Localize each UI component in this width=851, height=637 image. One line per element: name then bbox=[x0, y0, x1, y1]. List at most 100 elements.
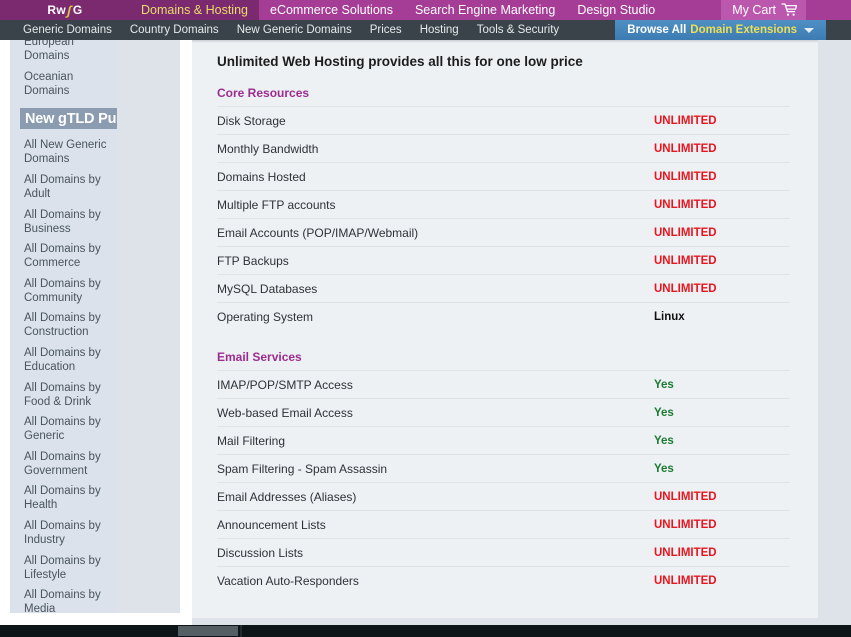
sidebar-item-european-domains[interactable]: European Domains bbox=[10, 40, 117, 67]
horizontal-scrollbar[interactable] bbox=[0, 625, 851, 637]
spec-label: Mail Filtering bbox=[217, 433, 286, 448]
section-heading-email-services: Email Services bbox=[217, 350, 302, 364]
table-row: Mail Filtering Yes bbox=[217, 426, 790, 454]
browser-page: Rw ʃ G Domains & Hosting eCommerce Solutio… bbox=[0, 0, 851, 637]
table-row: Web-based Email Access Yes bbox=[217, 398, 790, 426]
horizontal-scrollbar-thumb[interactable] bbox=[178, 626, 238, 636]
spec-label: Disk Storage bbox=[217, 113, 286, 128]
left-gutter bbox=[0, 40, 10, 625]
spec-label: FTP Backups bbox=[217, 253, 289, 268]
logo-text-left: Rw bbox=[47, 3, 67, 17]
spec-value: UNLIMITED bbox=[654, 546, 717, 559]
table-row: Disk Storage UNLIMITED bbox=[217, 106, 790, 134]
spec-value: Yes bbox=[654, 434, 674, 447]
spec-label: MySQL Databases bbox=[217, 281, 318, 296]
subnav-item-new-generic-domains[interactable]: New Generic Domains bbox=[228, 20, 361, 40]
table-row: IMAP/POP/SMTP Access Yes bbox=[217, 370, 790, 398]
spec-label: Email Addresses (Aliases) bbox=[217, 489, 357, 504]
nav-item-design-studio[interactable]: Design Studio bbox=[566, 0, 666, 20]
spec-label: Operating System bbox=[217, 309, 314, 324]
browse-label-prefix: Browse All bbox=[627, 24, 687, 36]
spec-table-core-resources: Disk Storage UNLIMITED Monthly Bandwidth… bbox=[217, 106, 790, 330]
browse-label-highlight: Domain Extensions bbox=[690, 24, 797, 36]
scrollbar-divider bbox=[240, 625, 242, 637]
spec-value: UNLIMITED bbox=[654, 574, 717, 587]
nav-item-search-engine-marketing[interactable]: Search Engine Marketing bbox=[404, 0, 566, 20]
spec-label: Multiple FTP accounts bbox=[217, 197, 336, 212]
spec-label: Announcement Lists bbox=[217, 517, 326, 532]
table-row: Multiple FTP accounts UNLIMITED bbox=[217, 190, 790, 218]
table-row: Operating System Linux bbox=[217, 302, 790, 330]
sidebar: European Domains Oceanian Domains New gT… bbox=[10, 40, 117, 625]
content-panel: Unlimited Web Hosting provides all this … bbox=[192, 40, 818, 618]
table-row: Email Accounts (POP/IMAP/Webmail) UNLIMI… bbox=[217, 218, 790, 246]
spec-value: Yes bbox=[654, 406, 674, 419]
spec-label: Web-based Email Access bbox=[217, 405, 353, 420]
site-logo[interactable]: Rw ʃ G bbox=[0, 0, 130, 20]
subnav-item-tools-security[interactable]: Tools & Security bbox=[468, 20, 568, 40]
nav-item-ecommerce-solutions[interactable]: eCommerce Solutions bbox=[259, 0, 404, 20]
my-cart-label: My Cart bbox=[732, 3, 776, 17]
spec-label: Domains Hosted bbox=[217, 169, 306, 184]
sidebar-item-education[interactable]: All Domains by Education bbox=[10, 343, 117, 378]
sidebar-item-government[interactable]: All Domains by Government bbox=[10, 447, 117, 482]
nav-item-domains-hosting[interactable]: Domains & Hosting bbox=[130, 0, 259, 20]
spec-value: UNLIMITED bbox=[654, 226, 717, 239]
table-row: Announcement Lists UNLIMITED bbox=[217, 510, 790, 538]
sidebar-bottom-spacer bbox=[10, 613, 180, 625]
spec-value: Yes bbox=[654, 378, 674, 391]
spec-label: Monthly Bandwidth bbox=[217, 141, 319, 156]
subnav-item-generic-domains[interactable]: Generic Domains bbox=[14, 20, 121, 40]
browse-all-domain-extensions-button[interactable]: Browse All Domain Extensions bbox=[615, 20, 826, 40]
sidebar-item-industry[interactable]: All Domains by Industry bbox=[10, 516, 117, 551]
logo-text-right: G bbox=[72, 3, 83, 17]
sidebar-item-health[interactable]: All Domains by Health bbox=[10, 481, 117, 516]
spec-value: UNLIMITED bbox=[654, 114, 717, 127]
sidebar-item-lifestyle[interactable]: All Domains by Lifestyle bbox=[10, 550, 117, 585]
subnav-item-country-domains[interactable]: Country Domains bbox=[121, 20, 228, 40]
table-row: Monthly Bandwidth UNLIMITED bbox=[217, 134, 790, 162]
table-row: MySQL Databases UNLIMITED bbox=[217, 274, 790, 302]
table-row: FTP Backups UNLIMITED bbox=[217, 246, 790, 274]
table-row: Discussion Lists UNLIMITED bbox=[217, 538, 790, 566]
spec-value: Linux bbox=[654, 310, 685, 323]
spec-value: UNLIMITED bbox=[654, 490, 717, 503]
section-heading-core-resources: Core Resources bbox=[217, 86, 310, 100]
main-nav-items: Domains & Hosting eCommerce Solutions Se… bbox=[130, 0, 666, 20]
sidebar-item-adult[interactable]: All Domains by Adult bbox=[10, 170, 117, 205]
spec-value: UNLIMITED bbox=[654, 254, 717, 267]
sidebar-item-business[interactable]: All Domains by Business bbox=[10, 204, 117, 239]
sidebar-item-oceanian-domains[interactable]: Oceanian Domains bbox=[10, 67, 117, 102]
sidebar-item-all-new-generic-domains[interactable]: All New Generic Domains bbox=[10, 135, 117, 170]
spec-value: UNLIMITED bbox=[654, 142, 717, 155]
page-title: Unlimited Web Hosting provides all this … bbox=[217, 54, 583, 69]
spec-label: Discussion Lists bbox=[217, 545, 304, 560]
spec-table-email-services: IMAP/POP/SMTP Access Yes Web-based Email… bbox=[217, 370, 790, 594]
sidebar-item-commerce[interactable]: All Domains by Commerce bbox=[10, 239, 117, 274]
sidebar-section-header-new-gtld[interactable]: New gTLD Public Domains bbox=[20, 108, 117, 130]
spec-label: Spam Filtering - Spam Assassin bbox=[217, 461, 388, 476]
sidebar-item-construction[interactable]: All Domains by Construction bbox=[10, 308, 117, 343]
spec-value: Yes bbox=[654, 462, 674, 475]
page-body: European Domains Oceanian Domains New gT… bbox=[0, 40, 851, 625]
subnav-item-hosting[interactable]: Hosting bbox=[411, 20, 468, 40]
table-row: Vacation Auto-Responders UNLIMITED bbox=[217, 566, 790, 594]
spec-label: IMAP/POP/SMTP Access bbox=[217, 377, 353, 392]
spec-value: UNLIMITED bbox=[654, 518, 717, 531]
shopping-cart-icon bbox=[781, 3, 797, 16]
my-cart-button[interactable]: My Cart bbox=[721, 0, 806, 20]
secondary-nav-items: Generic Domains Country Domains New Gene… bbox=[0, 20, 568, 40]
spec-label: Vacation Auto-Responders bbox=[217, 573, 359, 588]
sidebar-item-generic[interactable]: All Domains by Generic bbox=[10, 412, 117, 447]
sidebar-item-food-drink[interactable]: All Domains by Food & Drink bbox=[10, 377, 117, 412]
spec-value: UNLIMITED bbox=[654, 282, 717, 295]
table-row: Domains Hosted UNLIMITED bbox=[217, 162, 790, 190]
main-navigation-bar: Rw ʃ G Domains & Hosting eCommerce Solutio… bbox=[0, 0, 851, 20]
secondary-navigation-bar: Generic Domains Country Domains New Gene… bbox=[0, 20, 851, 40]
spec-value: UNLIMITED bbox=[654, 170, 717, 183]
subnav-item-prices[interactable]: Prices bbox=[361, 20, 411, 40]
table-row: Email Addresses (Aliases) UNLIMITED bbox=[217, 482, 790, 510]
chevron-down-icon bbox=[804, 27, 814, 33]
sidebar-item-community[interactable]: All Domains by Community bbox=[10, 274, 117, 309]
